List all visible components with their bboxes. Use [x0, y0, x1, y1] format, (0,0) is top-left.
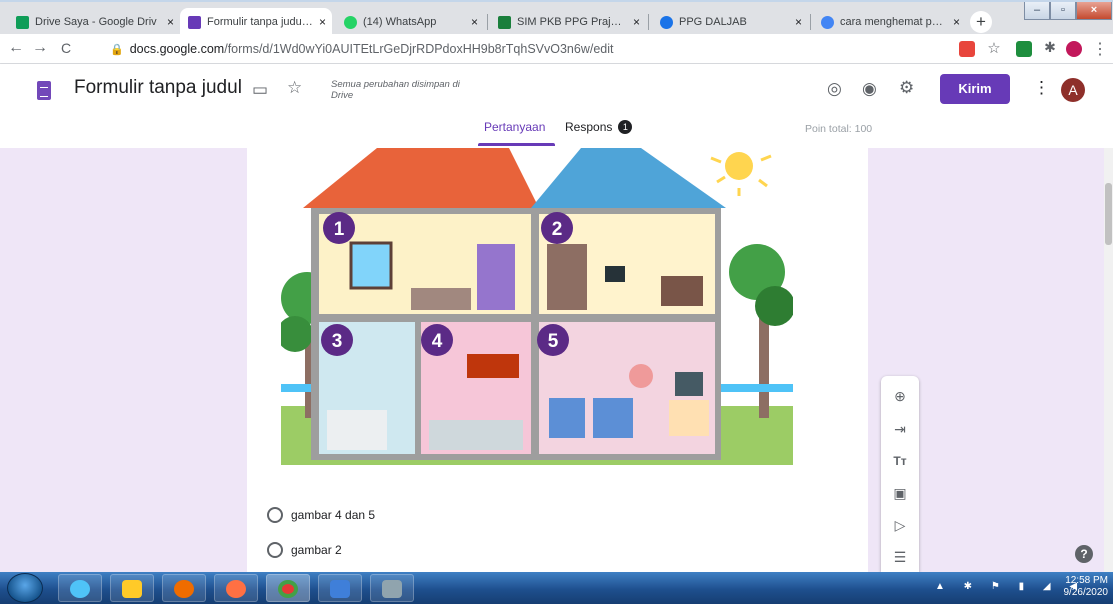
tab-separator [810, 14, 811, 30]
browser-tab-strip: Drive Saya - Google Driv × Formulir tanp… [0, 0, 1113, 36]
folder-icon[interactable]: ▭ [252, 80, 268, 100]
whatsapp-icon [344, 15, 357, 29]
tab-sim-pkb[interactable]: SIM PKB PPG Prajabatan × [490, 8, 646, 36]
radio-button[interactable] [267, 542, 283, 558]
tab-title: Formulir tanpa judul - G [207, 16, 313, 28]
taskbar-clock[interactable]: 12:58 PM 9/26/2020 [1050, 575, 1109, 599]
question-toolbar: ⊕ ⇥ Tт ▣ ▷ ☰ [881, 376, 919, 572]
active-tab-indicator [478, 143, 555, 146]
lock-icon: 🔒 [110, 44, 124, 56]
total-points: Poin total: 100 [805, 123, 873, 135]
add-section-icon[interactable]: ☰ [890, 547, 910, 567]
profile-icon[interactable] [1066, 41, 1082, 57]
tab-responses[interactable]: Respons 1 [565, 120, 633, 134]
tab-separator [487, 14, 488, 30]
import-questions-icon[interactable]: ⇥ [890, 419, 910, 439]
settings-gear-icon[interactable]: ⚙ [899, 78, 914, 98]
browser-menu-icon[interactable]: ⋮ [1090, 39, 1110, 59]
avatar[interactable]: A [1061, 78, 1085, 102]
taskbar-ie[interactable] [58, 574, 102, 602]
address-bar: ← → C 🔒 docs.google.com/forms/d/1Wd0wYi0A… [0, 34, 1113, 64]
taskbar-media-player[interactable] [162, 574, 206, 602]
close-window-button[interactable]: × [1076, 2, 1112, 20]
close-tab-icon[interactable]: × [953, 15, 960, 29]
option-label: gambar 2 [291, 543, 342, 557]
forms-icon [188, 15, 201, 29]
clock-date: 9/26/2020 [1063, 587, 1109, 598]
option-label: gambar 4 dan 5 [291, 508, 376, 522]
tab-title: SIM PKB PPG Prajabatan [517, 16, 627, 28]
house-illustration: 1 2 3 4 5 [281, 148, 793, 465]
send-button[interactable]: Kirim [940, 74, 1010, 104]
scrollbar-thumb[interactable] [1105, 183, 1112, 245]
close-tab-icon[interactable]: × [167, 15, 174, 29]
room-number-label: 4 [432, 331, 443, 352]
windows-taskbar: ▲ ✱ ⚑ ▮ ◢ ◀ 12:58 PM 9/26/2020 [0, 572, 1113, 604]
google-forms-icon[interactable] [37, 81, 51, 100]
sim-pkb-icon [498, 15, 511, 29]
url-path: /forms/d/1Wd0wYi0AUITEtLrGeDjrRDPdoxHH9b… [224, 42, 614, 56]
more-options-icon[interactable]: ⋮ [1033, 78, 1050, 98]
add-video-icon[interactable]: ▷ [890, 515, 910, 535]
add-image-icon[interactable]: ▣ [890, 483, 910, 503]
radio-button[interactable] [267, 507, 283, 523]
minimize-button[interactable]: – [1024, 2, 1050, 20]
extension-icon[interactable] [1016, 41, 1032, 57]
taskbar-firefox[interactable] [214, 574, 258, 602]
tab-questions[interactable]: Pertanyaan [484, 120, 545, 134]
tab-forms[interactable]: Formulir tanpa judul - G × [180, 8, 332, 36]
url-field[interactable]: 🔒 docs.google.com/forms/d/1Wd0wYi0AUITEtL… [110, 38, 930, 60]
tab-title: (14) WhatsApp [363, 16, 437, 28]
reload-button[interactable]: C [56, 40, 76, 56]
forms-header: Formulir tanpa judul ▭ ☆ Semua perubahan… [0, 64, 1113, 148]
add-title-icon[interactable]: Tт [890, 451, 910, 471]
room-number-label: 2 [552, 219, 563, 240]
close-tab-icon[interactable]: × [795, 15, 802, 29]
google-icon [821, 15, 834, 29]
ppg-icon [660, 15, 673, 29]
close-tab-icon[interactable]: × [319, 15, 326, 29]
question-image-house[interactable]: 1 2 3 4 5 [281, 148, 793, 465]
palette-icon[interactable]: ◎ [827, 79, 842, 99]
form-editor-area: 1 2 3 4 5 gambar 4 dan 5 gambar 2 ⊕ ⇥ Tт… [0, 148, 1113, 572]
new-tab-button[interactable]: + [970, 11, 992, 33]
maximize-button[interactable]: ▫ [1050, 2, 1076, 20]
puzzle-icon[interactable]: ✱ [1040, 39, 1060, 56]
form-title[interactable]: Formulir tanpa judul [74, 77, 242, 99]
tab-title: Drive Saya - Google Driv [35, 16, 157, 28]
clock-time: 12:58 PM [1065, 575, 1108, 586]
tab-separator [648, 14, 649, 30]
responses-count-badge: 1 [618, 120, 633, 134]
taskbar-explorer[interactable] [110, 574, 154, 602]
star-icon[interactable]: ☆ [287, 78, 302, 98]
option-1[interactable]: gambar 4 dan 5 [267, 507, 375, 523]
taskbar-chrome[interactable] [266, 574, 310, 602]
extension-icon[interactable] [959, 41, 975, 57]
forward-button[interactable]: → [30, 39, 50, 57]
room-number-label: 3 [332, 331, 343, 352]
drive-icon [16, 15, 29, 29]
bookmark-star-icon[interactable]: ☆ [984, 39, 1004, 57]
taskbar-word[interactable] [318, 574, 362, 602]
start-button[interactable] [7, 573, 43, 603]
save-status: Semua perubahan disimpan di Drive [331, 79, 460, 101]
close-tab-icon[interactable]: × [633, 15, 640, 29]
preview-eye-icon[interactable]: ◉ [862, 79, 877, 99]
tab-drive[interactable]: Drive Saya - Google Driv × [8, 8, 180, 36]
tab-title: PPG DALJAB [679, 16, 747, 28]
room-number-label: 1 [334, 219, 345, 240]
taskbar-window[interactable] [370, 574, 414, 602]
option-2[interactable]: gambar 2 [267, 542, 342, 558]
back-button[interactable]: ← [6, 39, 26, 57]
add-question-icon[interactable]: ⊕ [890, 386, 910, 406]
room-number-label: 5 [548, 331, 559, 352]
tab-responses-label: Respons [565, 120, 613, 134]
url-domain: docs.google.com [129, 42, 225, 56]
close-tab-icon[interactable]: × [471, 15, 478, 29]
tab-ppg-daljab[interactable]: PPG DALJAB × [652, 8, 808, 36]
help-icon[interactable]: ? [1075, 545, 1093, 563]
tab-title: cara menghemat pemak [840, 16, 947, 28]
tab-google-search[interactable]: cara menghemat pemak × [813, 8, 966, 36]
tab-whatsapp[interactable]: (14) WhatsApp × [336, 8, 484, 36]
